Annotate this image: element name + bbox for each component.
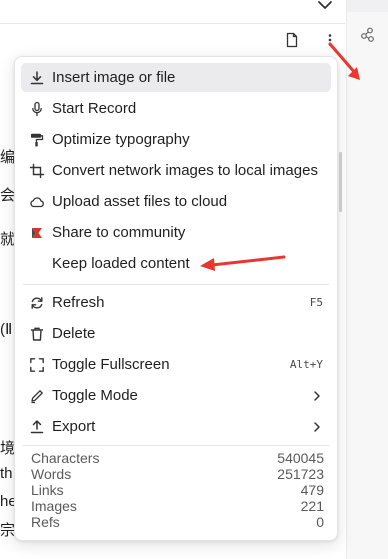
shortcut-hint: Alt+Y [289, 358, 323, 371]
menu-item-label: Export [52, 418, 96, 435]
crop-icon [28, 162, 46, 180]
pencil-icon [28, 387, 46, 405]
stat-row-images: Images 221 [31, 498, 324, 514]
menu-item-label: Upload asset files to cloud [52, 193, 228, 210]
paint-roller-icon [28, 131, 46, 149]
menu-scrollbar[interactable] [339, 152, 342, 212]
more-options-menu: Insert image or file Start Record Optimi… [14, 56, 342, 541]
trash-icon [28, 325, 46, 343]
menu-item-convert-images[interactable]: Convert network images to local images [21, 156, 331, 185]
stat-value: 479 [300, 482, 324, 498]
chevron-right-icon [311, 421, 323, 433]
menu-item-label: Delete [52, 325, 96, 342]
menu-divider [23, 445, 329, 446]
stat-value: 540045 [277, 450, 324, 466]
cloud-icon [28, 193, 46, 211]
menu-item-insert-image[interactable]: Insert image or file [21, 63, 331, 92]
right-side-dock [339, 0, 388, 559]
background-text: 就 [0, 231, 16, 248]
stat-label: Refs [31, 514, 60, 530]
stat-label: Images [31, 498, 77, 514]
stat-label: Characters [31, 450, 100, 466]
menu-item-share-community[interactable]: Share to community [21, 218, 331, 247]
stat-row-links: Links 479 [31, 482, 324, 498]
menu-item-keep-loaded-content[interactable]: Keep loaded content [21, 249, 331, 278]
background-text: 境 [0, 440, 16, 457]
stat-value: 221 [300, 498, 324, 514]
stat-label: Words [31, 466, 72, 482]
menu-item-refresh[interactable]: Refresh F5 [21, 288, 331, 317]
menu-item-label: Insert image or file [52, 69, 176, 86]
stat-value: 0 [316, 514, 324, 530]
menu-item-optimize-typography[interactable]: Optimize typography [21, 125, 331, 154]
menu-item-label: Start Record [52, 100, 137, 117]
menu-item-toggle-mode[interactable]: Toggle Mode [21, 381, 331, 410]
stat-row-words: Words 251723 [31, 466, 324, 482]
menu-item-label: Refresh [52, 294, 105, 311]
dock-top-bar [347, 0, 388, 12]
menu-item-label: Toggle Mode [52, 387, 138, 404]
more-vertical-icon[interactable] [322, 32, 338, 48]
menu-item-label: Convert network images to local images [52, 162, 318, 179]
menu-item-start-record[interactable]: Start Record [21, 94, 331, 123]
editor-top-bar [0, 0, 345, 24]
shortcut-hint: F5 [309, 296, 323, 309]
menu-item-label: Share to community [52, 224, 186, 241]
menu-item-delete[interactable]: Delete [21, 319, 331, 348]
download-icon [28, 69, 46, 87]
graph-icon[interactable] [359, 26, 377, 44]
stat-row-characters: Characters 540045 [31, 450, 324, 466]
background-text: 会 [0, 187, 16, 204]
fullscreen-icon [28, 356, 46, 374]
menu-item-toggle-fullscreen[interactable]: Toggle Fullscreen Alt+Y [21, 350, 331, 379]
chevron-right-icon [311, 390, 323, 402]
menu-item-label: Keep loaded content [52, 255, 190, 272]
microphone-icon [28, 100, 46, 118]
refresh-icon [28, 294, 46, 312]
menu-divider [23, 284, 329, 285]
stat-value: 251723 [277, 466, 324, 482]
export-icon [28, 418, 46, 436]
stat-label: Links [31, 482, 64, 498]
menu-item-export[interactable]: Export [21, 412, 331, 441]
menu-item-label: Toggle Fullscreen [52, 356, 170, 373]
blank-icon-slot [28, 255, 46, 273]
chevron-down-icon[interactable] [316, 0, 334, 14]
stat-row-refs: Refs 0 [31, 514, 324, 530]
share-community-icon [28, 224, 46, 242]
background-text: 编 [0, 149, 16, 166]
file-icon[interactable] [284, 32, 300, 48]
background-text: th [0, 465, 13, 482]
background-text: (Ⅱ [0, 321, 13, 338]
document-toolbar [284, 31, 338, 49]
menu-item-upload-assets[interactable]: Upload asset files to cloud [21, 187, 331, 216]
document-stats: Characters 540045 Words 251723 Links 479… [31, 450, 324, 530]
menu-item-label: Optimize typography [52, 131, 190, 148]
